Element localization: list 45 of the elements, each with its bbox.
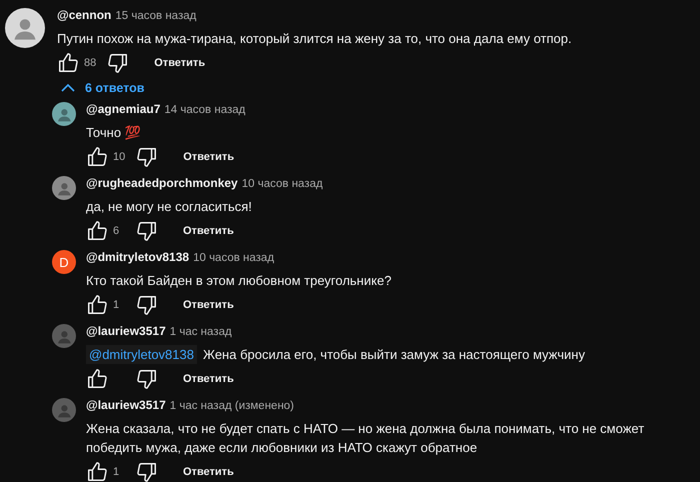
dislike-icon[interactable] [136, 461, 158, 482]
author-name[interactable]: @cennon [57, 8, 112, 22]
comment-time[interactable]: 1 час назад [170, 326, 232, 338]
dislike-icon[interactable] [136, 368, 158, 390]
comment-text: Путин похож на мужа-тирана, который злится на жену за то, что она дала ему отпор. [57, 30, 572, 48]
like-count: 6 [113, 225, 120, 237]
comment-time[interactable]: 10 часов назад [242, 178, 323, 190]
author-name[interactable]: @agnemiau7 [86, 102, 160, 116]
comment-text: да, не могу не согласиться! [86, 198, 252, 216]
reply-button[interactable]: Ответить [169, 367, 248, 391]
author-name[interactable]: @lauriew3517 [86, 398, 166, 412]
author-name[interactable]: @lauriew3517 [86, 324, 166, 338]
like-icon[interactable] [86, 220, 108, 242]
comment-text: Точно 💯 [86, 124, 141, 142]
author-name[interactable]: @dmitryletov8138 [86, 250, 190, 264]
comment-text: Жена сказала, что не будет спать с НАТО — но жена должна была понимать, что не сможет победить мужа, даже если любовники из НАТО скажут обратное [86, 420, 646, 457]
like-icon[interactable] [86, 368, 108, 390]
replies-toggle[interactable]: 6 ответов [55, 78, 150, 98]
letter-avatar: D [52, 250, 76, 274]
author-name[interactable]: @rugheadedporchmonkey [86, 176, 238, 190]
like-icon[interactable] [86, 146, 108, 168]
dislike-icon[interactable] [107, 52, 130, 74]
dislike-icon[interactable] [136, 294, 158, 316]
comment-time[interactable]: 10 часов назад [193, 252, 274, 264]
reply-button[interactable]: Ответить [169, 460, 248, 482]
mention-link[interactable]: @dmitryletov8138 [86, 345, 197, 364]
comment-text: Жена бросила его, чтобы выйти замуж за настоящего мужчину [202, 346, 585, 364]
comment-text: Кто такой Байден в этом любовном треугольнике? [86, 272, 392, 290]
replies-count: 6 ответов [85, 81, 144, 95]
dislike-icon[interactable] [136, 220, 158, 242]
dislike-icon[interactable] [136, 146, 158, 168]
like-count: 88 [84, 57, 96, 69]
like-count: 10 [113, 151, 126, 163]
comment-time[interactable]: 1 час назад (изменено) [170, 400, 294, 412]
like-count: 1 [113, 466, 120, 478]
comment-time[interactable]: 14 часов назад [164, 104, 246, 116]
like-icon[interactable] [86, 461, 108, 482]
like-count: 1 [113, 299, 120, 311]
like-icon[interactable] [57, 52, 79, 74]
comment-time[interactable]: 15 часов назад [115, 10, 196, 22]
reply-button[interactable]: Ответить [169, 219, 248, 243]
reply-button[interactable]: Ответить [169, 145, 248, 169]
like-icon[interactable] [86, 294, 108, 316]
reply-button[interactable]: Ответить [140, 51, 220, 75]
reply-button[interactable]: Ответить [169, 293, 248, 317]
